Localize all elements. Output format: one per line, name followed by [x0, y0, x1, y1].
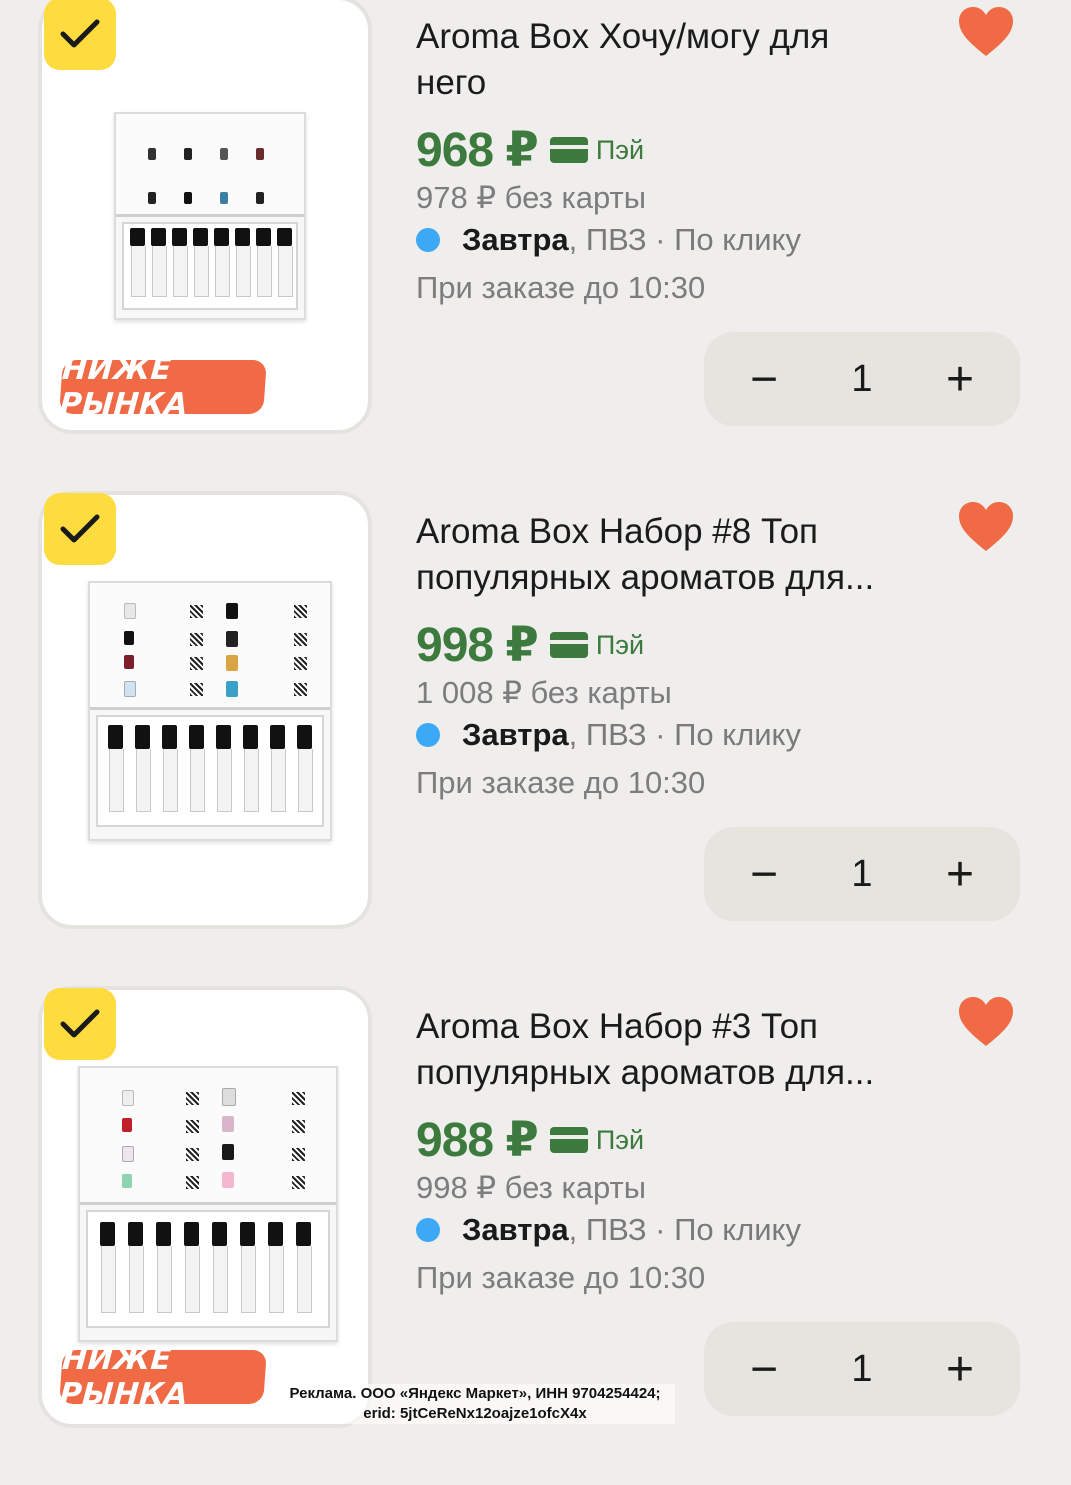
price-row: 998 ₽ Пэй	[416, 617, 644, 673]
price-without-card: 1 008 ₽ без карты	[416, 675, 672, 710]
heart-icon[interactable]	[957, 6, 1015, 58]
delivery-info: Завтра , ПВЗ · По клику	[416, 222, 801, 258]
product-photo	[88, 581, 332, 841]
delivery-dot-icon	[416, 228, 440, 252]
pay-label: Пэй	[595, 1124, 645, 1155]
check-icon	[60, 19, 100, 48]
decrease-button[interactable]: −	[714, 827, 814, 921]
quantity-value: 1	[851, 1347, 873, 1390]
check-icon	[60, 1009, 100, 1038]
price-without-card: 978 ₽ без карты	[416, 180, 646, 215]
quantity-value: 1	[851, 852, 873, 895]
below-market-badge: НИЖЕ РЫНКА	[59, 1342, 267, 1412]
quantity-stepper: − 1 +	[704, 332, 1020, 426]
delivery-dot-icon	[416, 1218, 440, 1242]
product-photo	[114, 112, 306, 320]
ad-erid: erid: 5jtCeReNx12oajze1ofcX4x	[363, 1405, 587, 1422]
decrease-button[interactable]: −	[714, 332, 814, 426]
price: 998 ₽	[416, 619, 539, 672]
pay-label: Пэй	[595, 134, 645, 165]
below-market-badge: НИЖЕ РЫНКА	[59, 352, 267, 422]
heart-icon[interactable]	[957, 501, 1015, 553]
cart-item: Aroma Box Набор #8 Топ популярных аромат…	[0, 491, 1071, 990]
card-icon	[549, 137, 588, 163]
heart-icon[interactable]	[957, 996, 1015, 1048]
price-row: 988 ₽ Пэй	[416, 1112, 644, 1168]
product-photo	[78, 1066, 338, 1342]
select-checkbox[interactable]	[44, 493, 116, 565]
quantity-stepper: − 1 +	[704, 1322, 1020, 1416]
order-deadline: При заказе до 10:30	[416, 270, 706, 305]
decrease-button[interactable]: −	[714, 1322, 814, 1416]
card-icon	[549, 1127, 588, 1153]
order-deadline: При заказе до 10:30	[416, 765, 706, 800]
price-without-card: 998 ₽ без карты	[416, 1170, 646, 1205]
select-checkbox[interactable]	[44, 988, 116, 1060]
delivery-day: Завтра	[462, 1212, 569, 1247]
ad-disclaimer: Реклама. ООО «Яндекс Маркет», ИНН 970425…	[275, 1384, 675, 1424]
increase-button[interactable]: +	[910, 1322, 1010, 1416]
delivery-day: Завтра	[462, 717, 569, 752]
quantity-stepper: − 1 +	[704, 827, 1020, 921]
product-title[interactable]: Aroma Box Хочу/могу для него	[416, 14, 956, 106]
delivery-details: , ПВЗ · По клику	[568, 717, 801, 752]
delivery-details: , ПВЗ · По клику	[568, 222, 801, 257]
pay-label: Пэй	[595, 629, 645, 660]
quantity-value: 1	[851, 357, 873, 400]
product-title[interactable]: Aroma Box Набор #3 Топ популярных аромат…	[416, 1004, 956, 1096]
cart-item: НИЖЕ РЫНКА Aroma Box Хочу/могу для него …	[0, 0, 1071, 495]
delivery-details: , ПВЗ · По клику	[568, 1212, 801, 1247]
card-icon	[549, 632, 588, 658]
price-row: 968 ₽ Пэй	[416, 122, 644, 178]
delivery-info: Завтра , ПВЗ · По клику	[416, 717, 801, 753]
ad-line: Реклама. ООО «Яндекс Маркет», ИНН 970425…	[289, 1385, 661, 1402]
delivery-dot-icon	[416, 723, 440, 747]
product-title[interactable]: Aroma Box Набор #8 Топ популярных аромат…	[416, 509, 956, 601]
increase-button[interactable]: +	[910, 332, 1010, 426]
order-deadline: При заказе до 10:30	[416, 1260, 706, 1295]
delivery-day: Завтра	[462, 222, 569, 257]
select-checkbox[interactable]	[44, 0, 116, 70]
increase-button[interactable]: +	[910, 827, 1010, 921]
check-icon	[60, 514, 100, 543]
delivery-info: Завтра , ПВЗ · По клику	[416, 1212, 801, 1248]
price: 988 ₽	[416, 1114, 539, 1167]
price: 968 ₽	[416, 124, 539, 177]
